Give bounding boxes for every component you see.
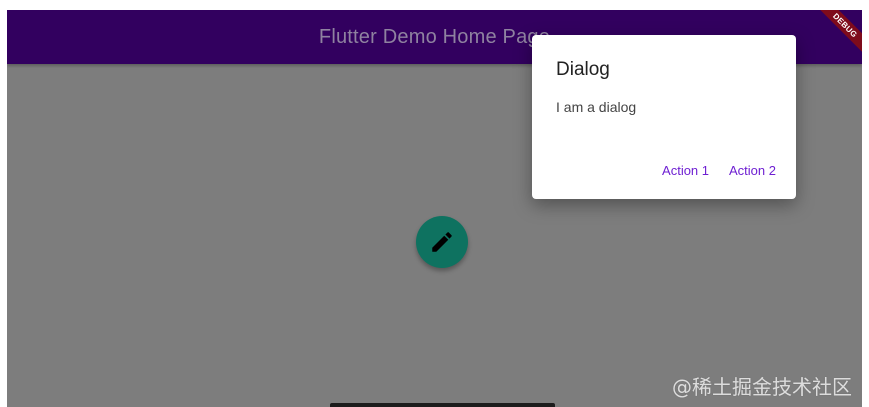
debug-banner-label: DEBUG <box>814 10 862 56</box>
edit-fab-button[interactable] <box>416 216 468 268</box>
pencil-icon <box>432 232 452 252</box>
action-2-button[interactable]: Action 2 <box>723 159 782 182</box>
dialog-actions: Action 1 Action 2 <box>656 159 782 182</box>
dialog-content: I am a dialog <box>556 99 637 115</box>
action-1-button[interactable]: Action 1 <box>656 159 715 182</box>
dialog: Dialog I am a dialog Action 1 Action 2 <box>532 35 796 199</box>
dialog-title: Dialog <box>556 59 610 80</box>
home-indicator[interactable] <box>330 403 555 407</box>
watermark: @稀土掘金技术社区 <box>672 375 852 399</box>
app-screen: Flutter Demo Home Page DEBUG Dialog I am… <box>7 10 862 407</box>
debug-banner: DEBUG <box>814 10 862 58</box>
